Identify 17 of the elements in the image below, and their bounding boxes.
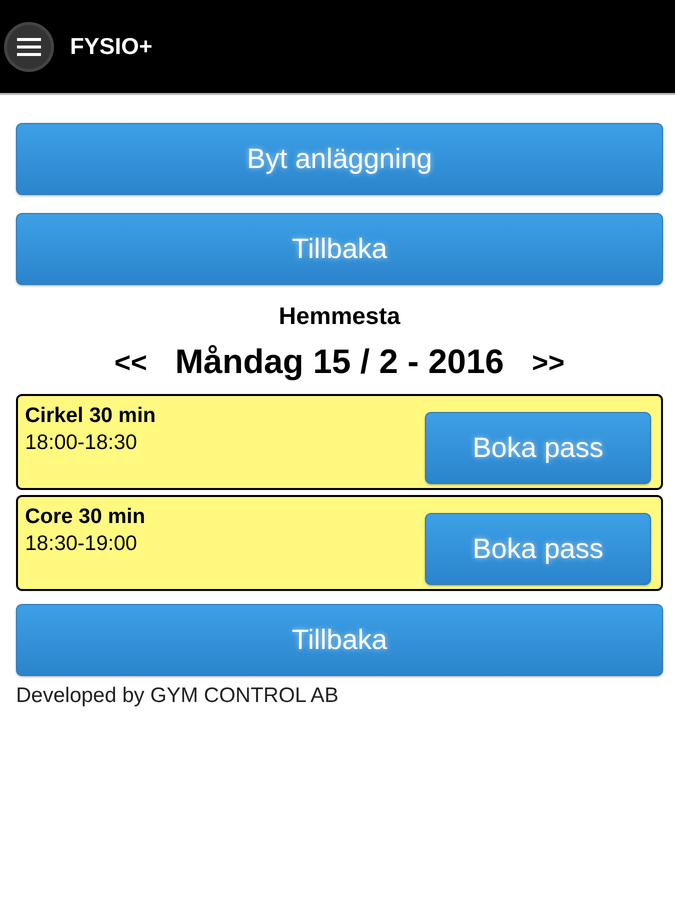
session-name: Cirkel 30 min: [25, 404, 156, 428]
nav-button[interactable]: Tillbaka: [16, 213, 663, 285]
app-title: FYSIO+: [70, 33, 152, 60]
previous-day-link[interactable]: <<: [114, 346, 148, 378]
menu-button[interactable]: [4, 22, 54, 72]
menu-icon: [17, 36, 41, 56]
session-time: 18:00-18:30: [25, 431, 138, 455]
session-time: 18:30-19:00: [25, 532, 138, 556]
session-name: Core 30 min: [25, 505, 146, 529]
book-button[interactable]: Boka pass: [425, 513, 651, 585]
back-button[interactable]: Tillbaka: [16, 604, 663, 676]
book-button[interactable]: Boka pass: [425, 412, 651, 484]
date-heading: Måndag 15 / 2 - 2016: [175, 343, 504, 382]
footer-text: Developed by GYM CONTROL AB: [16, 684, 340, 708]
facility-name: Hemmesta: [278, 303, 402, 331]
nav-button[interactable]: Byt anläggning: [16, 123, 663, 195]
next-day-link[interactable]: >>: [532, 346, 565, 378]
